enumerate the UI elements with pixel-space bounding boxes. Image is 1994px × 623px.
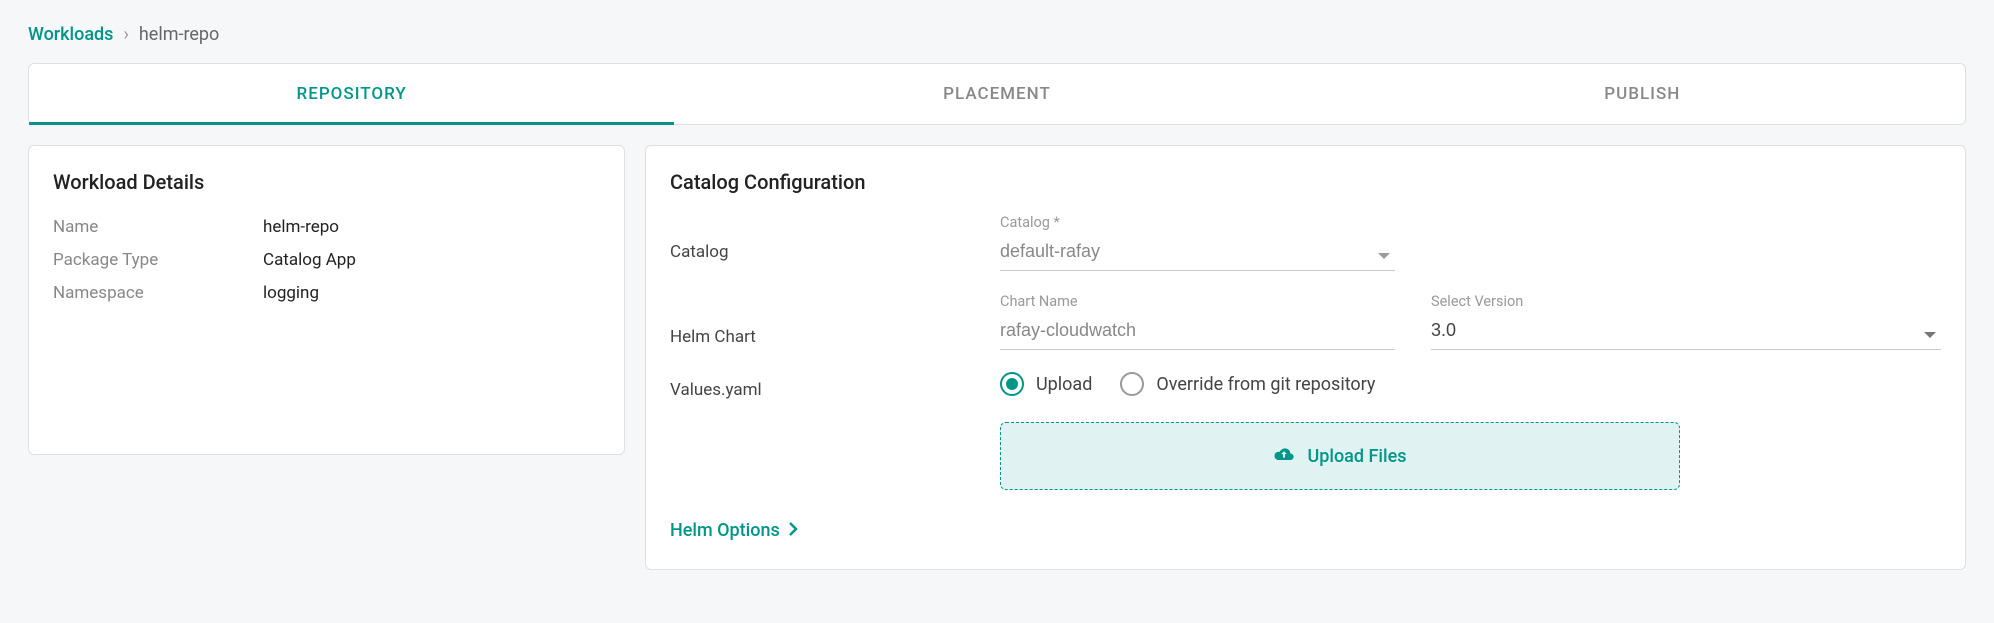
- breadcrumb-workloads-link[interactable]: Workloads: [28, 24, 113, 45]
- helm-options-toggle[interactable]: Helm Options: [670, 520, 798, 541]
- detail-namespace-value: logging: [263, 280, 319, 307]
- catalog-select[interactable]: [1000, 235, 1395, 271]
- detail-name-value: helm-repo: [263, 214, 339, 241]
- tab-repository[interactable]: REPOSITORY: [29, 64, 674, 124]
- version-float-label: Select Version: [1431, 293, 1941, 310]
- breadcrumb: Workloads › helm-repo: [0, 0, 1994, 63]
- radio-upload[interactable]: Upload: [1000, 372, 1092, 396]
- upload-files-label: Upload Files: [1307, 446, 1406, 467]
- chart-name-wrap: Chart Name: [1000, 293, 1395, 350]
- chart-name-input[interactable]: [1000, 314, 1395, 350]
- workload-details-card: Workload Details Name helm-repo Package …: [28, 145, 625, 455]
- helm-chart-row-label: Helm Chart: [670, 293, 1000, 347]
- radio-override-indicator: [1120, 372, 1144, 396]
- radio-override-git[interactable]: Override from git repository: [1120, 372, 1375, 396]
- breadcrumb-separator: ›: [123, 24, 128, 45]
- breadcrumb-current: helm-repo: [139, 24, 219, 45]
- catalog-row-label: Catalog: [670, 214, 1000, 262]
- tabs: REPOSITORY PLACEMENT PUBLISH: [28, 63, 1966, 125]
- detail-package-label: Package Type: [53, 247, 263, 274]
- version-select-wrap[interactable]: Select Version: [1431, 293, 1941, 350]
- radio-upload-label: Upload: [1036, 374, 1092, 395]
- chart-name-float-label: Chart Name: [1000, 293, 1395, 310]
- version-select[interactable]: [1431, 314, 1941, 350]
- chevron-right-icon: [788, 520, 798, 541]
- catalog-float-label: Catalog *: [1000, 214, 1395, 231]
- detail-namespace-label: Namespace: [53, 280, 263, 307]
- detail-name-label: Name: [53, 214, 263, 241]
- workload-details-title: Workload Details: [53, 170, 600, 194]
- catalog-config-title: Catalog Configuration: [670, 170, 1941, 194]
- radio-upload-indicator: [1000, 372, 1024, 396]
- tab-publish[interactable]: PUBLISH: [1320, 64, 1965, 124]
- upload-files-button[interactable]: Upload Files: [1000, 422, 1680, 490]
- cloud-upload-icon: [1273, 445, 1295, 467]
- radio-override-label: Override from git repository: [1156, 374, 1375, 395]
- catalog-select-wrap[interactable]: Catalog *: [1000, 214, 1395, 271]
- values-radio-group: Upload Override from git repository: [1000, 372, 1941, 396]
- helm-options-label: Helm Options: [670, 520, 780, 541]
- tab-placement[interactable]: PLACEMENT: [674, 64, 1319, 124]
- detail-package-value: Catalog App: [263, 247, 356, 274]
- catalog-config-card: Catalog Configuration Catalog Catalog * …: [645, 145, 1966, 570]
- values-yaml-row-label: Values.yaml: [670, 372, 1000, 400]
